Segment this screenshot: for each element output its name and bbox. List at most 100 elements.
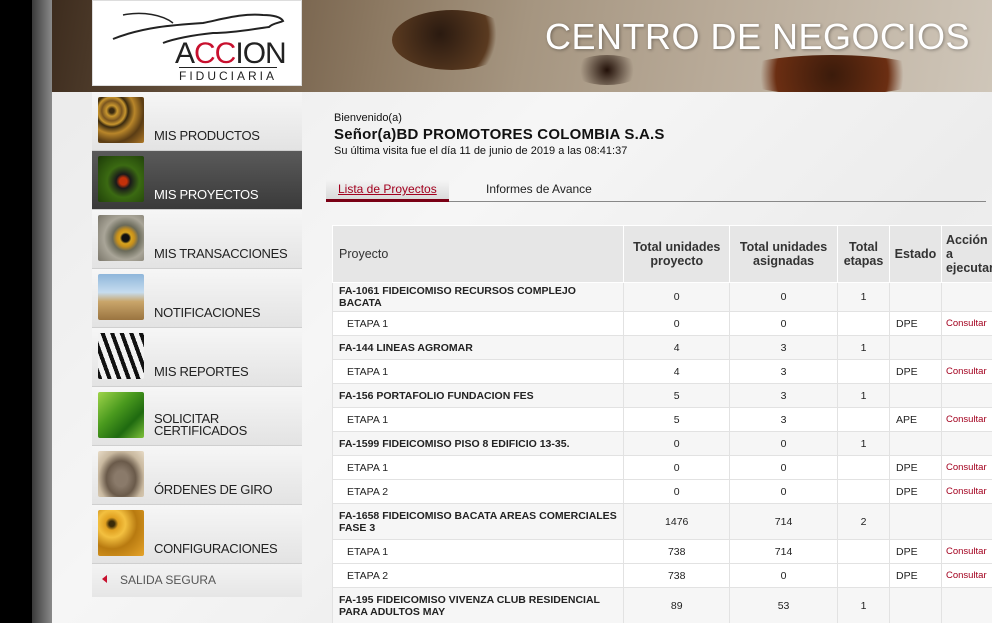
project-name-cell: FA-144 LINEAS AGROMAR [331, 335, 625, 360]
stage-row: ETAPA 2 0 0 DPE Consultar [331, 479, 992, 504]
action-cell: Consultar [940, 479, 992, 504]
total-units-cell: 738 [623, 563, 731, 588]
assigned-units-cell: 0 [729, 282, 838, 312]
sidebar-item-mis-productos[interactable]: MIS PRODUCTOS [92, 92, 302, 151]
action-cell [940, 431, 992, 456]
sidebar-item-label: MIS PRODUCTOS [154, 128, 260, 143]
project-row: FA-1658 FIDEICOMISO BACATA AREAS COMERCI… [331, 503, 992, 540]
consultar-link[interactable]: Consultar [946, 486, 987, 497]
state-cell [888, 587, 942, 623]
last-visit: Su última visita fue el día 11 de junio … [334, 145, 628, 157]
sidebar-item-mis-proyectos[interactable]: MIS PROYECTOS [92, 151, 302, 210]
consultar-link[interactable]: Consultar [946, 462, 987, 473]
total-stages-cell [837, 311, 890, 336]
project-row: FA-1061 FIDEICOMISO RECURSOS COMPLEJO BA… [331, 282, 992, 312]
total-stages-cell [837, 479, 890, 504]
consultar-link[interactable]: Consultar [946, 414, 987, 425]
column-header-total-units: Total unidades proyecto [623, 225, 731, 283]
project-row: FA-195 FIDEICOMISO VIVENZA CLUB RESIDENC… [331, 587, 992, 623]
logo-wordmark: ACCION [175, 37, 287, 70]
assigned-units-cell: 53 [729, 587, 838, 623]
project-name-cell: FA-1599 FIDEICOMISO PISO 8 EDIFICIO 13-3… [331, 431, 625, 456]
sidebar-item-mis-reportes[interactable]: MIS REPORTES [92, 328, 302, 387]
state-cell: DPE [888, 359, 942, 384]
honeycomb-icon [98, 510, 144, 556]
total-units-cell: 0 [623, 455, 731, 480]
project-name-cell: ETAPA 1 [331, 359, 625, 384]
consultar-link[interactable]: Consultar [946, 318, 987, 329]
assigned-units-cell: 0 [729, 311, 838, 336]
state-cell: DPE [888, 539, 942, 564]
action-cell: Consultar [940, 407, 992, 432]
sidebar-item-configuraciones[interactable]: CONFIGURACIONES [92, 505, 302, 564]
state-cell [888, 335, 942, 360]
elephant-icon [98, 451, 144, 497]
total-stages-cell [837, 359, 890, 384]
total-units-cell: 5 [623, 383, 731, 408]
logo[interactable]: ACCION FIDUCIARIA [92, 0, 302, 86]
state-cell [888, 503, 942, 540]
total-stages-cell [837, 563, 890, 588]
total-units-cell: 1476 [623, 503, 731, 540]
assigned-units-cell: 0 [729, 455, 838, 480]
state-cell: DPE [888, 563, 942, 588]
page-title: CENTRO DE NEGOCIOS [544, 16, 970, 57]
action-cell: Consultar [940, 455, 992, 480]
logout-button[interactable]: SALIDA SEGURA [92, 564, 302, 597]
sidebar-item-label: MIS REPORTES [154, 364, 249, 379]
project-row: FA-156 PORTAFOLIO FUNDACION FES 5 3 1 [331, 383, 992, 408]
action-cell: Consultar [940, 563, 992, 588]
total-units-cell: 5 [623, 407, 731, 432]
sidebar-item-notificaciones[interactable]: NOTIFICACIONES [92, 269, 302, 328]
state-cell: DPE [888, 479, 942, 504]
consultar-link[interactable]: Consultar [946, 570, 987, 581]
action-cell [940, 335, 992, 360]
action-cell [940, 503, 992, 540]
sidebar-item-label: NOTIFICACIONES [154, 305, 261, 320]
total-stages-cell: 1 [837, 282, 890, 312]
sidebar-item-label: ÓRDENES DE GIRO [154, 482, 273, 497]
state-cell: APE [888, 407, 942, 432]
total-units-cell: 738 [623, 539, 731, 564]
project-name-cell: FA-1061 FIDEICOMISO RECURSOS COMPLEJO BA… [331, 282, 625, 312]
stage-row: ETAPA 1 0 0 DPE Consultar [331, 311, 992, 336]
total-units-cell: 0 [623, 431, 731, 456]
project-name-cell: FA-1658 FIDEICOMISO BACATA AREAS COMERCI… [331, 503, 625, 540]
sidebar-item-label: SOLICITAR CERTIFICADOS [154, 411, 247, 438]
welcome-greeting: Bienvenido(a) [334, 112, 402, 124]
ant-icon [98, 156, 144, 202]
action-cell [940, 587, 992, 623]
total-stages-cell [837, 455, 890, 480]
total-units-cell: 89 [623, 587, 731, 623]
camel-icon [98, 274, 144, 320]
project-row: FA-144 LINEAS AGROMAR 4 3 1 [331, 335, 992, 360]
consultar-link[interactable]: Consultar [946, 366, 987, 377]
column-header-action: Acción a ejecutar [940, 225, 992, 283]
assigned-units-cell: 0 [729, 479, 838, 504]
consultar-link[interactable]: Consultar [946, 546, 987, 557]
tab-lista-de-proyectos[interactable]: Lista de Proyectos [326, 180, 449, 202]
leopard-icon [98, 97, 144, 143]
project-name-cell: FA-195 FIDEICOMISO VIVENZA CLUB RESIDENC… [331, 587, 625, 623]
total-units-cell: 4 [623, 335, 731, 360]
sidebar-item-label: MIS TRANSACCIONES [154, 246, 288, 261]
action-cell: Consultar [940, 359, 992, 384]
assigned-units-cell: 3 [729, 407, 838, 432]
tab-informes-de-avance[interactable]: Informes de Avance [474, 180, 604, 202]
total-stages-cell [837, 407, 890, 432]
sidebar-item-solicitar-certificados[interactable]: SOLICITAR CERTIFICADOS [92, 387, 302, 446]
stage-row: ETAPA 1 4 3 DPE Consultar [331, 359, 992, 384]
state-cell [888, 431, 942, 456]
total-units-cell: 4 [623, 359, 731, 384]
logo-subtitle: FIDUCIARIA [179, 67, 278, 83]
total-stages-cell: 2 [837, 503, 890, 540]
user-name: Señor(a)BD PROMOTORES COLOMBIA S.A.S [334, 126, 665, 143]
sidebar-item-ordenes-de-giro[interactable]: ÓRDENES DE GIRO [92, 446, 302, 505]
total-stages-cell: 1 [837, 383, 890, 408]
stage-row: ETAPA 1 5 3 APE Consultar [331, 407, 992, 432]
stage-row: ETAPA 1 738 714 DPE Consultar [331, 539, 992, 564]
assigned-units-cell: 3 [729, 383, 838, 408]
total-units-cell: 0 [623, 479, 731, 504]
header-ant-image [572, 55, 642, 85]
sidebar-item-mis-transacciones[interactable]: MIS TRANSACCIONES [92, 210, 302, 269]
